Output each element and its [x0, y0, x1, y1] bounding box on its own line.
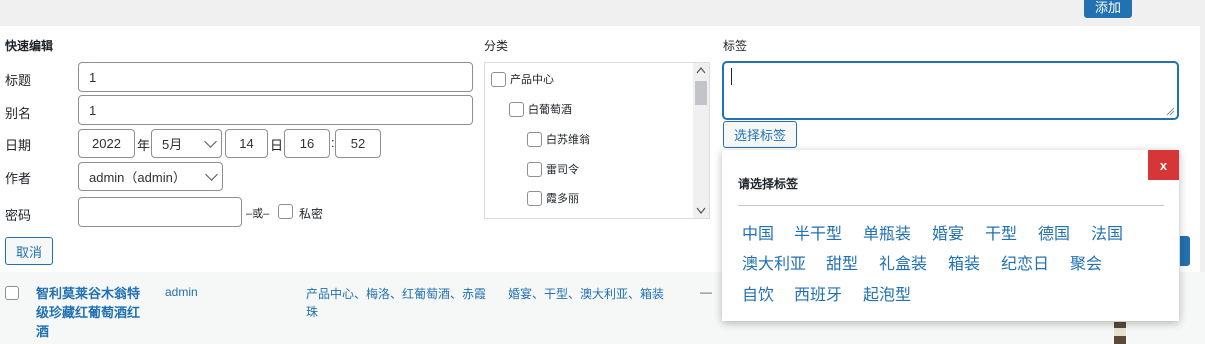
category-label: 霞多丽 [546, 193, 579, 205]
row-categories[interactable]: 产品中心、梅洛、红葡萄酒、赤霞珠 [306, 285, 486, 321]
cancel-button[interactable]: 取消 [5, 237, 53, 265]
add-button[interactable]: 添加 [1084, 0, 1132, 18]
top-bar [0, 0, 1205, 26]
chevron-down-icon [205, 168, 218, 181]
tag-option[interactable]: 婚宴 [932, 220, 964, 244]
month-select[interactable]: 5月 [151, 129, 222, 158]
tag-option[interactable]: 单瓶装 [863, 220, 911, 244]
divider [738, 205, 1164, 206]
tag-option[interactable]: 聚会 [1070, 250, 1102, 274]
private-checkbox[interactable] [278, 204, 293, 219]
year-input[interactable]: 2022 [78, 129, 135, 158]
category-checkbox[interactable] [527, 190, 542, 206]
row-tags[interactable]: 婚宴、干型、澳大利亚、箱装 [508, 285, 664, 302]
tag-option[interactable]: 礼盒装 [879, 250, 927, 274]
tag-option[interactable]: 澳大利亚 [742, 250, 806, 274]
scroll-up-icon [696, 67, 706, 74]
day-unit: 日 [270, 138, 284, 153]
password-label: 密码 [5, 208, 32, 223]
row-checkbox[interactable] [5, 286, 19, 300]
category-checkbox[interactable] [527, 161, 542, 177]
resize-handle-icon[interactable] [1165, 106, 1175, 116]
category-label: 白苏维翁 [546, 134, 590, 146]
close-icon: x [1159, 157, 1168, 173]
category-checkbox[interactable] [527, 131, 542, 147]
slug-input[interactable]: 1 [78, 95, 473, 125]
category-item[interactable]: 产品中心 [491, 71, 554, 87]
scrollbar-track [695, 67, 707, 214]
tag-option[interactable]: 纪恋日 [1001, 250, 1049, 274]
tag-option[interactable]: 自饮 [742, 281, 774, 305]
tag-option[interactable]: 甜型 [826, 250, 858, 274]
category-item[interactable]: 霞多丽 [527, 190, 579, 206]
minute-input[interactable]: 52 [335, 129, 381, 158]
hour-input[interactable]: 16 [284, 129, 330, 158]
close-button[interactable]: x [1148, 150, 1179, 180]
row-dash: — [700, 285, 712, 299]
choose-tags-button[interactable]: 选择标签 [723, 121, 797, 148]
scroll-down-icon [696, 207, 706, 214]
or-text: –或– [246, 208, 270, 220]
text-cursor [731, 68, 732, 85]
title-label: 标题 [5, 73, 32, 88]
category-label: 白葡萄酒 [528, 104, 572, 116]
category-checkbox[interactable] [491, 71, 506, 87]
tag-picker-popup: 请选择标签 x 中国 半干型 单瓶装 婚宴 干型 德国 法国 澳大利亚 甜型 礼… [722, 150, 1179, 321]
tag-option[interactable]: 半干型 [794, 220, 842, 244]
category-scrollbar[interactable] [693, 63, 709, 218]
category-item[interactable]: 雷司令 [527, 161, 579, 177]
category-label: 产品中心 [510, 74, 554, 86]
day-input[interactable]: 14 [225, 129, 268, 158]
title-input[interactable]: 1 [78, 62, 473, 92]
category-checklist[interactable]: 产品中心 白葡萄酒 白苏维翁 雷司令 霞多丽 [484, 62, 710, 219]
row-author-link[interactable]: admin [165, 285, 198, 299]
scroll-thumb [695, 81, 707, 105]
category-item[interactable]: 白葡萄酒 [509, 101, 572, 117]
slug-label: 别名 [5, 106, 32, 121]
category-label: 雷司令 [546, 164, 579, 176]
category-heading: 分类 [484, 39, 509, 53]
tags-textarea[interactable] [723, 62, 1178, 119]
tag-option[interactable]: 德国 [1038, 220, 1070, 244]
author-select[interactable]: admin（admin） [78, 162, 223, 191]
tag-option[interactable]: 干型 [985, 220, 1017, 244]
private-label: 私密 [299, 207, 324, 221]
tag-option[interactable]: 起泡型 [863, 281, 911, 305]
year-unit: 年 [137, 138, 151, 153]
row-title-link[interactable]: 智利莫莱谷木翁特级珍藏红葡萄酒红酒 [36, 284, 144, 341]
author-label: 作者 [5, 171, 32, 186]
password-input[interactable] [78, 197, 242, 227]
tag-option[interactable]: 中国 [742, 220, 774, 244]
chevron-down-icon [204, 135, 217, 148]
category-item[interactable]: 白苏维翁 [527, 131, 590, 147]
tag-option[interactable]: 西班牙 [794, 281, 842, 305]
quick-edit-heading: 快速编辑 [5, 39, 54, 53]
tag-picker-title: 请选择标签 [738, 177, 799, 191]
tag-option[interactable]: 箱装 [948, 250, 980, 274]
product-thumbnail [1114, 322, 1126, 344]
category-checkbox[interactable] [509, 101, 524, 117]
tag-option[interactable]: 法国 [1091, 220, 1123, 244]
tags-heading: 标签 [723, 39, 748, 53]
update-button-edge[interactable] [1180, 236, 1190, 266]
date-label: 日期 [5, 138, 32, 153]
